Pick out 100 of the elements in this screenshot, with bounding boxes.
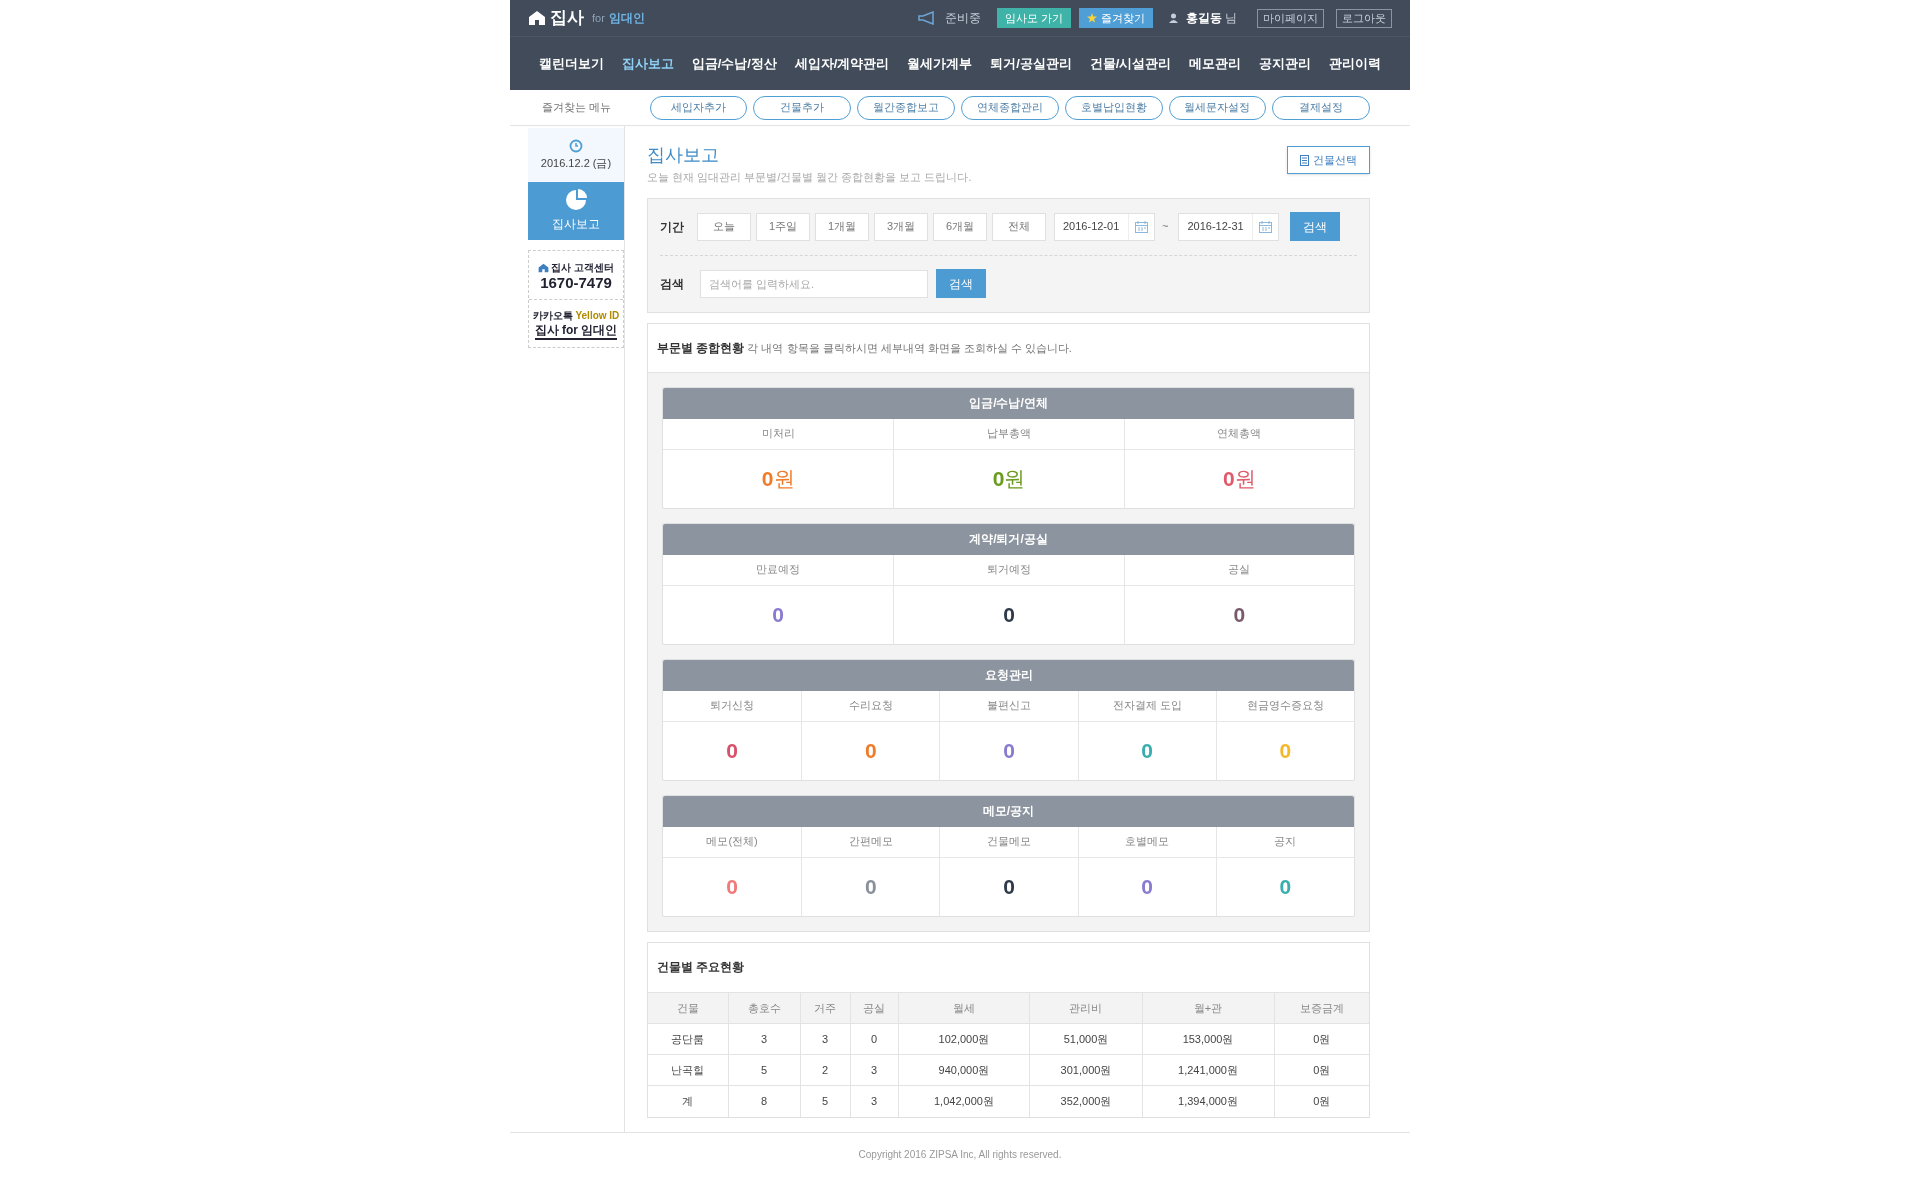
period-button[interactable]: 3개월	[874, 212, 928, 241]
phone-number: 1670-7479	[540, 275, 612, 290]
nav-tab[interactable]: 메모관리	[1189, 53, 1242, 74]
nav-tab[interactable]: 건물/시설관리	[1089, 53, 1172, 74]
favorites-label: 즐겨찾는 메뉴	[541, 100, 613, 116]
column-label: 현금영수증요청	[1215, 690, 1354, 722]
value-cell[interactable]: 0	[801, 857, 940, 916]
period-button[interactable]: 전체	[992, 212, 1046, 241]
buildings-title: 건물별 주요현황	[648, 942, 1369, 993]
value-cell[interactable]: 0	[663, 585, 894, 644]
column-header: 관리비	[1029, 992, 1143, 1024]
column-label: 메모(전체)	[663, 826, 802, 858]
date-field[interactable]: 2016-12-01	[1054, 212, 1155, 241]
table-cell: 2	[800, 1054, 850, 1086]
table-cell: 940,000원	[898, 1054, 1030, 1086]
table-cell: 3	[850, 1085, 898, 1117]
value-cell[interactable]: 0	[1077, 857, 1216, 916]
nav-button[interactable]: 즐겨찾기	[1078, 8, 1153, 28]
value-cell[interactable]: 0	[1215, 857, 1354, 916]
table-cell: 5	[800, 1085, 850, 1117]
page-description: 오늘 현재 임대관리 부문별/건물별 월간 종합현황을 보고 드립니다.	[647, 170, 972, 185]
card-header: 입금/수납/연체	[663, 387, 1354, 419]
building-icon	[1300, 154, 1309, 166]
star-icon	[1086, 13, 1097, 23]
logo-sub-text: 임대인	[608, 10, 645, 27]
copyright-text: Copyright 2016 ZIPSA Inc, All rights reserved.	[858, 1147, 1062, 1162]
nav-tab[interactable]: 공지관리	[1259, 53, 1312, 74]
table-cell: 51,000원	[1029, 1023, 1143, 1055]
value-cell[interactable]: 0	[939, 857, 1078, 916]
column-label: 건물메모	[939, 826, 1078, 858]
table-cell: 8	[728, 1085, 800, 1117]
value-cell[interactable]: 0	[939, 721, 1078, 780]
value-cell[interactable]: 0	[663, 857, 802, 916]
value-cell[interactable]: 0원	[893, 449, 1124, 508]
nav-tab[interactable]: 월세가계부	[907, 53, 973, 74]
table-cell: 계	[648, 1085, 728, 1117]
value-cell[interactable]: 0	[663, 721, 802, 780]
page-title: 집사보고	[647, 144, 720, 167]
column-label: 불편신고	[939, 690, 1078, 722]
search-button[interactable]: 검색	[1290, 212, 1341, 241]
sidebar-item[interactable]: 집사보고	[528, 182, 624, 240]
column-header: 월세	[898, 992, 1030, 1024]
summary-heading: 부문별 종합현황 각 내역 항목을 클릭하시면 세부내역 화면을 조회하실 수 있습니다.	[657, 339, 1072, 357]
column-header: 월+관	[1142, 992, 1274, 1024]
column-label: 호별메모	[1077, 826, 1216, 858]
column-header: 총호수	[728, 992, 800, 1024]
nav-tab[interactable]: 입금/수납/정산	[691, 53, 777, 74]
period-button[interactable]: 6개월	[933, 212, 987, 241]
period-label: 기간	[660, 218, 685, 236]
column-header: 공실	[850, 992, 898, 1024]
date-field[interactable]: 2016-12-31	[1178, 212, 1280, 241]
period-button[interactable]: 1주일	[756, 212, 810, 241]
table-cell: 301,000원	[1029, 1054, 1143, 1086]
nav-tab[interactable]: 집사보고	[621, 53, 674, 74]
banner-title: 집사 고객센터	[551, 261, 614, 275]
column-label: 납부총액	[893, 418, 1124, 450]
nav-tab[interactable]: 캘린더보기	[538, 53, 604, 74]
table-cell: 공단룸	[648, 1023, 728, 1055]
nav-tab[interactable]: 세입자/계약관리	[794, 53, 890, 74]
table-cell: 난곡힐	[648, 1054, 728, 1086]
table-cell: 0원	[1274, 1023, 1369, 1055]
value-cell[interactable]: 0원	[1123, 449, 1354, 508]
period-button[interactable]: 1개월	[815, 212, 869, 241]
banner-name: 집사 for 임대인	[534, 322, 618, 340]
search-label: 검색	[660, 275, 685, 293]
nav-button[interactable]: 임사모 가기	[996, 8, 1071, 28]
banner[interactable]: 집사 고객센터 1670-7479	[529, 251, 623, 299]
search-button[interactable]: 검색	[936, 269, 986, 298]
column-label: 수리요청	[801, 690, 940, 722]
table-cell: 0원	[1274, 1054, 1369, 1086]
table-cell: 3	[728, 1023, 800, 1055]
table-cell: 5	[728, 1054, 800, 1086]
table-cell: 1,241,000원	[1142, 1054, 1274, 1086]
card-header: 계약/퇴거/공실	[663, 523, 1354, 555]
column-label: 미처리	[663, 418, 894, 450]
table-cell: 352,000원	[1029, 1085, 1143, 1117]
card-header: 요청관리	[663, 659, 1354, 691]
table-cell: 3	[800, 1023, 850, 1055]
column-label: 공실	[1123, 554, 1354, 586]
search-field[interactable]: 검색어를 입력하세요.	[700, 269, 928, 298]
nav-tab[interactable]: 관리이력	[1328, 53, 1381, 74]
house-icon	[538, 262, 550, 273]
column-header: 거주	[800, 992, 850, 1024]
building-select-button[interactable]: 건물선택	[1287, 146, 1370, 174]
value-cell[interactable]: 0원	[663, 449, 894, 508]
column-header: 건물	[648, 992, 728, 1024]
column-label: 퇴거신청	[663, 690, 802, 722]
table-cell: 153,000원	[1142, 1023, 1274, 1055]
header-link[interactable]: 로그아웃	[1336, 8, 1392, 28]
nav-tab[interactable]: 퇴거/공실관리	[990, 53, 1072, 74]
column-label: 공지	[1215, 826, 1354, 858]
card-header: 메모/공지	[663, 795, 1354, 827]
value-cell[interactable]: 0	[893, 585, 1124, 644]
value-cell[interactable]: 0	[1077, 721, 1216, 780]
column-label: 간편메모	[801, 826, 940, 858]
header-link[interactable]: 마이페이지	[1257, 8, 1324, 28]
period-button[interactable]: 오늘	[697, 212, 751, 241]
banner[interactable]: 카카오톡 Yellow ID 집사 for 임대인	[529, 299, 623, 347]
value-cell[interactable]: 0	[1123, 585, 1354, 644]
value-cell[interactable]: 0	[801, 721, 940, 780]
